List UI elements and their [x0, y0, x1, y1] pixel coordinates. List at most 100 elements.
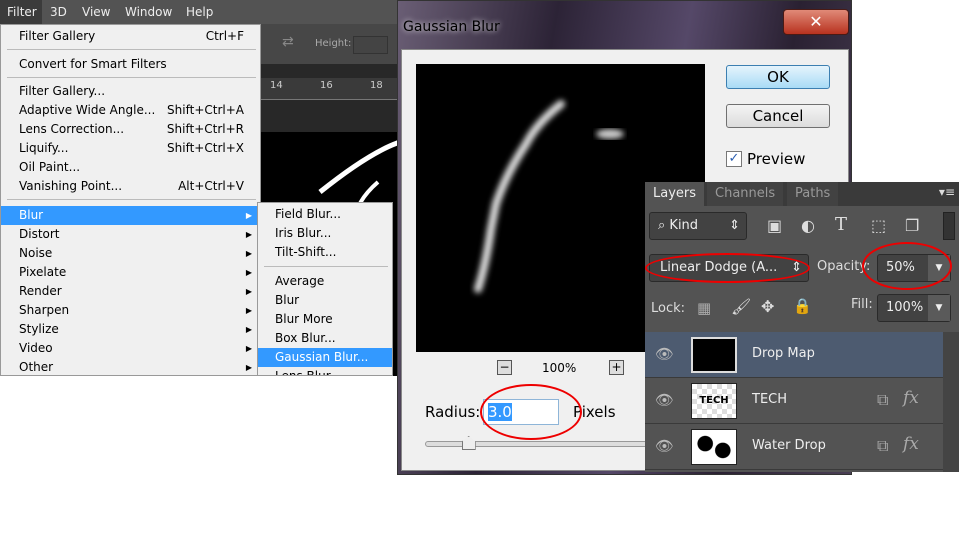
- menu-item-filter[interactable]: Lens Correction... Shift+Ctrl+R: [1, 120, 260, 139]
- type-filter-icon[interactable]: T: [835, 214, 847, 235]
- layer-name[interactable]: Water Drop: [752, 438, 826, 453]
- menu-item-filter[interactable]: Oil Paint...: [1, 158, 260, 177]
- menu-item-pixelate[interactable]: Pixelate ▶: [1, 263, 260, 282]
- preview-checkbox[interactable]: ✓: [726, 151, 742, 167]
- menu-item-label: Distort: [19, 227, 60, 241]
- layer-row[interactable]: 👁 Water Drop ⧉ fx: [645, 424, 943, 470]
- submenu-item[interactable]: Blur: [258, 291, 392, 310]
- layers-panel: Layers Channels Paths ▾≡ ⌕ Kind ⇕ ▣ ◐ T ⬚…: [645, 182, 959, 472]
- menu-filter[interactable]: Filter: [0, 0, 42, 24]
- menu-item-label: Sharpen: [19, 303, 70, 317]
- tab-layers[interactable]: Layers: [645, 182, 705, 206]
- menu-item-distort[interactable]: Distort ▶: [1, 225, 260, 244]
- shortcut: Shift+Ctrl+A: [167, 103, 244, 117]
- menu-item-label: Oil Paint...: [19, 160, 81, 174]
- fx-icon[interactable]: fx: [903, 388, 919, 408]
- lock-transparency-icon[interactable]: ▦: [697, 299, 711, 317]
- submenu-item[interactable]: Average: [258, 272, 392, 291]
- menu-item-label: Lens Blur...: [275, 369, 341, 376]
- lock-paint-icon[interactable]: 🖌: [731, 297, 751, 316]
- ruler: 14 16 18: [260, 78, 397, 100]
- slider-thumb[interactable]: [461, 436, 476, 450]
- smart-object-icon: ⧉: [877, 436, 889, 455]
- menu-help[interactable]: Help: [186, 5, 213, 19]
- panel-menu-icon[interactable]: ▾≡: [939, 185, 955, 199]
- menu-item-video[interactable]: Video ▶: [1, 339, 260, 358]
- zoom-in-button[interactable]: +: [609, 360, 624, 375]
- submenu-item[interactable]: Tilt-Shift...: [258, 243, 392, 262]
- fx-icon[interactable]: fx: [903, 434, 919, 454]
- menu-item-label: Pixelate: [19, 265, 67, 279]
- menu-item-label: Blur More: [275, 312, 333, 326]
- submenu-arrow-icon: ▶: [245, 249, 252, 258]
- menu-item-filter[interactable]: Adaptive Wide Angle... Shift+Ctrl+A: [1, 101, 260, 120]
- submenu-item[interactable]: Blur More: [258, 310, 392, 329]
- layer-row[interactable]: 👁 Drop Map: [645, 332, 943, 378]
- menu-item-label: Noise: [19, 246, 53, 260]
- visibility-eye-icon[interactable]: 👁: [655, 345, 674, 363]
- lock-move-icon[interactable]: ✥: [761, 297, 774, 316]
- fill-input[interactable]: 100% ▼: [877, 294, 951, 322]
- visibility-eye-icon[interactable]: 👁: [655, 391, 674, 409]
- menu-item-label: Video: [19, 341, 53, 355]
- shape-filter-icon[interactable]: ⬚: [871, 216, 886, 235]
- layer-row[interactable]: 👁 TECH TECH ⧉ fx: [645, 378, 943, 424]
- smart-object-filter-icon[interactable]: ❐: [905, 216, 919, 235]
- menu-item-convert-smart-filters[interactable]: Convert for Smart Filters: [1, 55, 260, 74]
- swap-icon[interactable]: ⇄: [282, 34, 294, 50]
- submenu-item[interactable]: Iris Blur...: [258, 224, 392, 243]
- submenu-item[interactable]: Field Blur...: [258, 205, 392, 224]
- layer-name[interactable]: Drop Map: [752, 346, 815, 361]
- options-bar: ⇄ Height:: [260, 24, 397, 64]
- adjustment-filter-icon[interactable]: ◐: [801, 216, 815, 235]
- menu-item-other[interactable]: Other ▶: [1, 358, 260, 377]
- zoom-level: 100%: [542, 361, 577, 375]
- menu-bar: Filter 3D View Window Help: [0, 0, 397, 24]
- filter-kind-select[interactable]: ⌕ Kind ⇕: [649, 212, 747, 240]
- submenu-item[interactable]: Lens Blur...: [258, 367, 392, 376]
- layers-scrollbar[interactable]: [943, 332, 959, 472]
- menu-item-filter[interactable]: Liquify... Shift+Ctrl+X: [1, 139, 260, 158]
- shortcut: Alt+Ctrl+V: [178, 179, 244, 193]
- menu-3d[interactable]: 3D: [50, 5, 67, 19]
- dialog-title: Gaussian Blur: [403, 19, 500, 35]
- menu-item-label: Vanishing Point...: [19, 179, 123, 193]
- close-button[interactable]: ✕: [783, 9, 849, 35]
- ok-button[interactable]: OK: [726, 65, 830, 89]
- layer-thumbnail: [691, 429, 737, 465]
- menu-item-label: Gaussian Blur...: [275, 350, 369, 364]
- submenu-arrow-icon: ▶: [245, 287, 252, 296]
- submenu-item[interactable]: Gaussian Blur...: [258, 348, 392, 367]
- menu-item-noise[interactable]: Noise ▶: [1, 244, 260, 263]
- pixel-filter-icon[interactable]: ▣: [767, 216, 782, 235]
- radius-slider[interactable]: [425, 441, 655, 447]
- menu-item-filter[interactable]: Filter Gallery...: [1, 82, 260, 101]
- visibility-eye-icon[interactable]: 👁: [655, 437, 674, 455]
- zoom-out-button[interactable]: −: [497, 360, 512, 375]
- menu-item-blur[interactable]: Blur ▶: [1, 206, 260, 225]
- lock-all-icon[interactable]: 🔒: [793, 297, 812, 315]
- menu-window[interactable]: Window: [125, 5, 172, 19]
- menu-item-label: Liquify...: [19, 141, 69, 155]
- shortcut: Shift+Ctrl+X: [167, 141, 244, 155]
- menu-view[interactable]: View: [82, 5, 110, 19]
- annotation-circle-opacity: [862, 242, 952, 290]
- filter-toggle[interactable]: [943, 212, 955, 240]
- submenu-item[interactable]: Box Blur...: [258, 329, 392, 348]
- menu-item-filter-gallery-last[interactable]: Filter Gallery Ctrl+F: [1, 27, 260, 46]
- layer-name[interactable]: TECH: [752, 392, 787, 407]
- tab-channels[interactable]: Channels: [707, 182, 784, 206]
- cancel-button[interactable]: Cancel: [726, 104, 830, 128]
- annotation-circle-blend-mode: [645, 253, 810, 283]
- menu-item-stylize[interactable]: Stylize ▶: [1, 320, 260, 339]
- tab-paths[interactable]: Paths: [787, 182, 839, 206]
- menu-item-label: Box Blur...: [275, 331, 336, 345]
- menu-item-render[interactable]: Render ▶: [1, 282, 260, 301]
- menu-item-label: Render: [19, 284, 62, 298]
- smart-object-icon: ⧉: [877, 390, 889, 409]
- menu-item-filter[interactable]: Vanishing Point... Alt+Ctrl+V: [1, 177, 260, 196]
- minus-icon: −: [499, 360, 510, 374]
- menu-item-sharpen[interactable]: Sharpen ▶: [1, 301, 260, 320]
- height-input[interactable]: [353, 36, 388, 54]
- menu-item-label: Adaptive Wide Angle...: [19, 103, 156, 117]
